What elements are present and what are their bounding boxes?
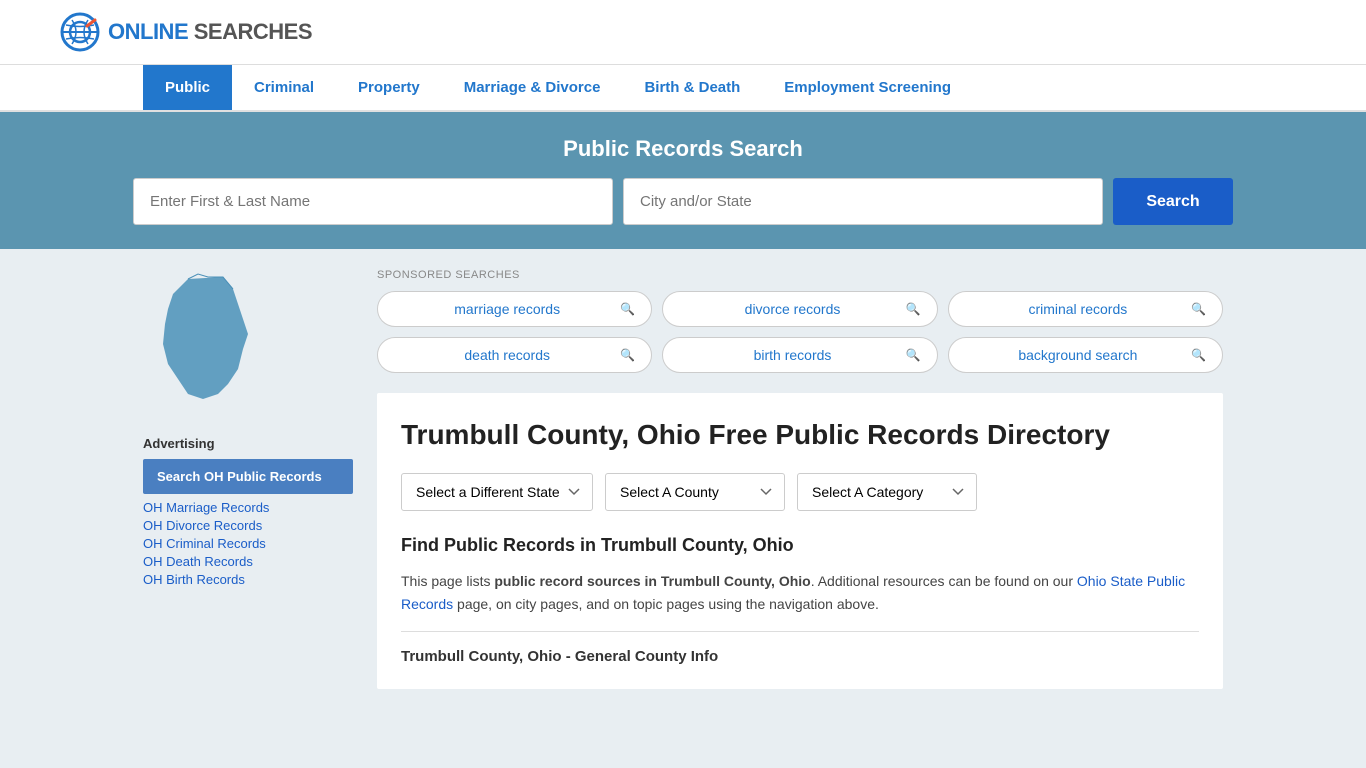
nav-item-marriage[interactable]: Marriage & Divorce bbox=[442, 65, 623, 110]
search-button[interactable]: Search bbox=[1113, 178, 1233, 225]
sponsored-link-divorce[interactable]: divorce records bbox=[679, 301, 905, 317]
sponsored-link-criminal[interactable]: criminal records bbox=[965, 301, 1191, 317]
search-icon-divorce: 🔍 bbox=[906, 302, 921, 316]
logo-text: ONLINE SEARCHES bbox=[108, 19, 312, 45]
sponsored-tag-criminal[interactable]: criminal records 🔍 bbox=[948, 291, 1223, 327]
nav-item-birth[interactable]: Birth & Death bbox=[622, 65, 762, 110]
sidebar: Advertising Search OH Public Records OH … bbox=[143, 269, 353, 689]
section-divider bbox=[401, 631, 1199, 632]
desc-text-end: . Additional resources can be found on o… bbox=[811, 573, 1077, 589]
main-nav: Public Criminal Property Marriage & Divo… bbox=[0, 65, 1366, 112]
page-title: Trumbull County, Ohio Free Public Record… bbox=[401, 417, 1199, 453]
name-input[interactable] bbox=[133, 178, 613, 225]
sidebar-link-death[interactable]: OH Death Records bbox=[143, 554, 353, 569]
search-banner-title: Public Records Search bbox=[60, 136, 1306, 162]
logo-icon bbox=[60, 12, 100, 52]
main-content: SPONSORED SEARCHES marriage records 🔍 di… bbox=[377, 269, 1223, 689]
nav-item-public[interactable]: Public bbox=[143, 65, 232, 110]
sidebar-link-marriage[interactable]: OH Marriage Records bbox=[143, 500, 353, 515]
nav-inner: Public Criminal Property Marriage & Divo… bbox=[83, 65, 1283, 110]
search-icon-death: 🔍 bbox=[620, 348, 635, 362]
search-icon-marriage: 🔍 bbox=[620, 302, 635, 316]
content-wrap: Advertising Search OH Public Records OH … bbox=[0, 249, 1366, 739]
sponsored-section: SPONSORED SEARCHES marriage records 🔍 di… bbox=[377, 269, 1223, 373]
general-info-title: Trumbull County, Ohio - General County I… bbox=[401, 648, 1199, 665]
sponsored-tag-death[interactable]: death records 🔍 bbox=[377, 337, 652, 373]
logo-online: ONLINE bbox=[108, 19, 188, 44]
sponsored-grid: marriage records 🔍 divorce records 🔍 cri… bbox=[377, 291, 1223, 373]
nav-item-property[interactable]: Property bbox=[336, 65, 442, 110]
sponsored-label: SPONSORED SEARCHES bbox=[377, 269, 1223, 281]
find-records-title: Find Public Records in Trumbull County, … bbox=[401, 535, 1199, 556]
sponsored-tag-divorce[interactable]: divorce records 🔍 bbox=[662, 291, 937, 327]
sponsored-link-marriage[interactable]: marriage records bbox=[394, 301, 620, 317]
desc-text-start: This page lists bbox=[401, 573, 494, 589]
category-dropdown[interactable]: Select A Category bbox=[797, 473, 977, 511]
sponsored-link-birth[interactable]: birth records bbox=[679, 347, 905, 363]
sponsored-link-death[interactable]: death records bbox=[394, 347, 620, 363]
header: ONLINE SEARCHES bbox=[0, 0, 1366, 65]
location-input[interactable] bbox=[623, 178, 1103, 225]
desc-text-after: page, on city pages, and on topic pages … bbox=[453, 596, 879, 612]
sponsored-tag-birth[interactable]: birth records 🔍 bbox=[662, 337, 937, 373]
logo[interactable]: ONLINE SEARCHES bbox=[60, 12, 312, 52]
desc-text-bold: public record sources in Trumbull County… bbox=[494, 573, 810, 589]
county-dropdown[interactable]: Select A County bbox=[605, 473, 785, 511]
dropdowns-row: Select a Different State Select A County… bbox=[401, 473, 1199, 511]
state-map bbox=[143, 269, 353, 412]
sponsored-tag-marriage[interactable]: marriage records 🔍 bbox=[377, 291, 652, 327]
sidebar-link-birth[interactable]: OH Birth Records bbox=[143, 572, 353, 587]
advertising-label: Advertising bbox=[143, 436, 353, 451]
ad-box[interactable]: Search OH Public Records bbox=[143, 459, 353, 494]
logo-searches: SEARCHES bbox=[194, 19, 312, 44]
sidebar-link-divorce[interactable]: OH Divorce Records bbox=[143, 518, 353, 533]
search-banner: Public Records Search Search bbox=[0, 112, 1366, 249]
nav-item-criminal[interactable]: Criminal bbox=[232, 65, 336, 110]
description-text: This page lists public record sources in… bbox=[401, 570, 1199, 615]
sponsored-tag-background[interactable]: background search 🔍 bbox=[948, 337, 1223, 373]
state-dropdown[interactable]: Select a Different State bbox=[401, 473, 593, 511]
search-icon-birth: 🔍 bbox=[906, 348, 921, 362]
main: Advertising Search OH Public Records OH … bbox=[83, 249, 1283, 709]
sidebar-link-criminal[interactable]: OH Criminal Records bbox=[143, 536, 353, 551]
search-icon-background: 🔍 bbox=[1191, 348, 1206, 362]
nav-item-employment[interactable]: Employment Screening bbox=[762, 65, 973, 110]
search-form: Search bbox=[133, 178, 1233, 225]
search-icon-criminal: 🔍 bbox=[1191, 302, 1206, 316]
sponsored-link-background[interactable]: background search bbox=[965, 347, 1191, 363]
content-card: Trumbull County, Ohio Free Public Record… bbox=[377, 393, 1223, 689]
ohio-map-icon bbox=[143, 269, 273, 409]
